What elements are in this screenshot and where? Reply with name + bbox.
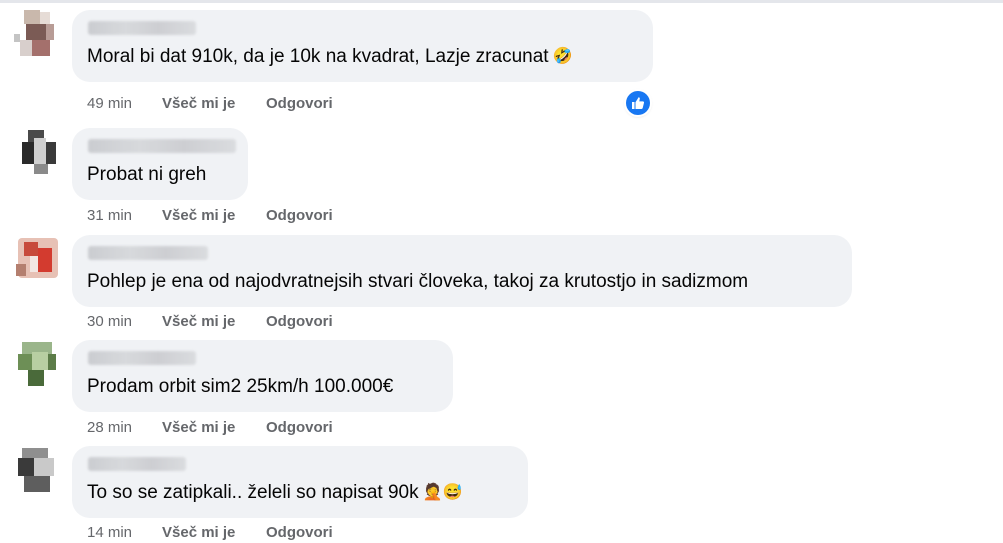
top-divider: [0, 0, 1003, 3]
reply-button[interactable]: Odgovori: [266, 524, 333, 542]
author-name-blurred[interactable]: [88, 457, 186, 471]
rofl-emoji-icon: 🤣: [552, 48, 573, 65]
comment-bubble: Prodam orbit sim2 25km/h 100.000€: [72, 340, 453, 412]
timestamp[interactable]: 30 min: [87, 313, 132, 331]
timestamp[interactable]: 28 min: [87, 419, 132, 437]
avatar[interactable]: [14, 446, 58, 494]
author-name-blurred[interactable]: [88, 139, 236, 153]
comment-text: Pohlep je ena od najodvratnejsih stvari …: [87, 271, 749, 292]
comment-bubble: To so se zatipkali.. želeli so napisat 9…: [72, 446, 528, 518]
comment-text: Moral bi dat 910k, da je 10k na kvadrat,…: [87, 46, 573, 67]
like-button[interactable]: Všeč mi je: [162, 524, 235, 542]
comment-bubble: Moral bi dat 910k, da je 10k na kvadrat,…: [72, 10, 653, 82]
author-name-blurred[interactable]: [88, 351, 196, 365]
like-button[interactable]: Všeč mi je: [162, 207, 235, 225]
avatar[interactable]: [14, 128, 58, 176]
comment-bubble: Probat ni greh: [72, 128, 248, 200]
reply-button[interactable]: Odgovori: [266, 95, 333, 113]
author-name-blurred[interactable]: [88, 21, 196, 35]
like-button[interactable]: Všeč mi je: [162, 95, 235, 113]
reply-button[interactable]: Odgovori: [266, 313, 333, 331]
timestamp[interactable]: 49 min: [87, 95, 132, 113]
avatar[interactable]: [14, 10, 58, 58]
avatar[interactable]: [14, 234, 58, 282]
avatar[interactable]: [14, 340, 58, 388]
reply-button[interactable]: Odgovori: [266, 419, 333, 437]
comment-text: To so se zatipkali.. želeli so napisat 9…: [87, 482, 463, 503]
comment-text: Prodam orbit sim2 25km/h 100.000€: [87, 376, 394, 397]
comment-text: Probat ni greh: [87, 164, 207, 185]
reply-button[interactable]: Odgovori: [266, 207, 333, 225]
facepalm-sweat-smile-emoji-icon: 🤦😅: [422, 484, 463, 501]
thumbs-up-icon[interactable]: [626, 91, 650, 115]
author-name-blurred[interactable]: [88, 246, 208, 260]
like-button[interactable]: Všeč mi je: [162, 313, 235, 331]
timestamp[interactable]: 14 min: [87, 524, 132, 542]
timestamp[interactable]: 31 min: [87, 207, 132, 225]
comment-bubble: Pohlep je ena od najodvratnejsih stvari …: [72, 235, 852, 307]
like-button[interactable]: Všeč mi je: [162, 419, 235, 437]
